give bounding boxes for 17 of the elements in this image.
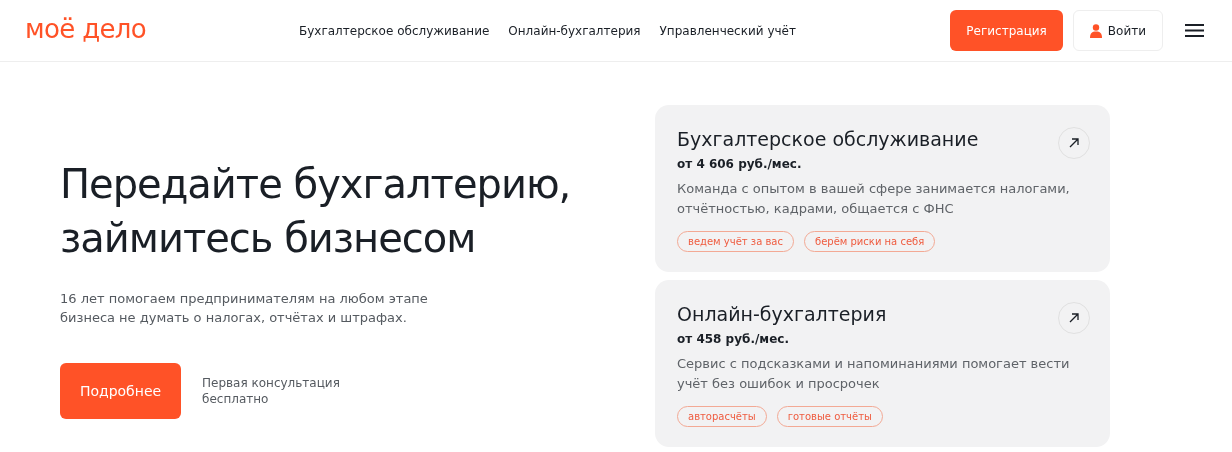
card-title: Бухгалтерское обслуживание [677,127,979,152]
card-price: от 458 руб./мес. [677,331,790,348]
login-button[interactable]: Войти [1072,10,1163,51]
hero-subtitle: 16 лет помогаем предпринимателям на любом этапе бизнеса не думать о налогах, отчётах и штрафах. [60,290,429,327]
card-price: от 4 606 руб./мес. [677,156,803,173]
menu-icon[interactable] [1185,24,1204,37]
service-card[interactable]: Бухгалтерское обслуживание от 4 606 руб./мес. Команда с опытом в вашей сфере занимается налогами, отчётностью, кадрами, общается с ФНС ведем учёт за вас берём риски на себя [655,105,1110,272]
card-description: Команда с опытом в вашей сфере занимается налогами, отчётностью, кадрами, общается с ФНС [677,180,1071,218]
card-title: Онлайн-бухгалтерия [677,302,887,327]
hero-title: Передайте бухгалтерию, займитесь бизнесом [60,160,572,263]
card-description: Сервис с подсказками и напоминаниями помогает вести учёт без ошибок и просрочек [677,355,1071,393]
nav-link[interactable]: Управленческий учёт [659,21,796,40]
consultation-note: Первая консультация бесплатно [202,375,341,407]
service-card[interactable]: Онлайн-бухгалтерия от 458 руб./мес. Сервис с подсказками и напоминаниями помогает вести учёт без ошибок и просрочек авторасчёты готовые отчёты [655,280,1110,447]
nav-link[interactable]: Бухгалтерское обслуживание [299,21,490,40]
nav-link[interactable]: Онлайн-бухгалтерия [508,21,641,40]
user-icon [1089,23,1102,38]
